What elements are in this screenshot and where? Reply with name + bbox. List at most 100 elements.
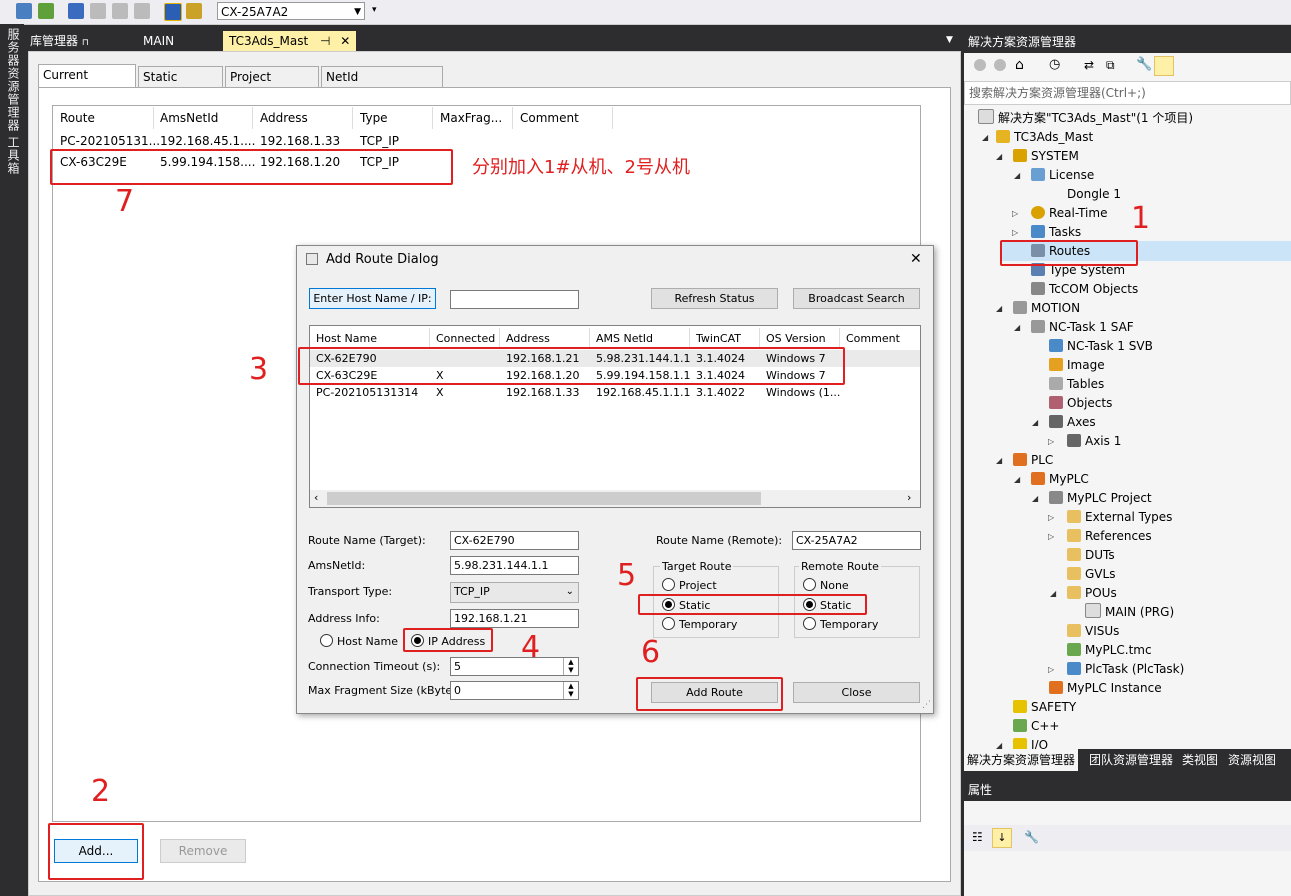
toolbox-tab[interactable]: 工具箱	[5, 136, 22, 175]
tree-node-realtime[interactable]: Real-Time	[1031, 204, 1107, 223]
sync-icon[interactable]: ⇄	[1084, 58, 1094, 72]
activate-config-icon[interactable]	[38, 3, 54, 19]
solution-tree[interactable]: 解决方案"TC3Ads_Mast"(1 个项目) ◢ TC3Ads_Mast ◢…	[964, 105, 1291, 749]
tree-node-pous[interactable]: POUs	[1067, 584, 1117, 603]
history-icon[interactable]: ◷	[1049, 57, 1060, 72]
route-name-remote-input[interactable]: CX-25A7A2	[792, 531, 921, 550]
column-header[interactable]: MaxFrag...	[440, 111, 502, 125]
tree-node-axes[interactable]: Axes	[1049, 413, 1096, 432]
tree-node-myplc[interactable]: MyPLC	[1031, 470, 1089, 489]
expander-icon[interactable]: ◢	[996, 741, 1002, 749]
target-temporary-radio[interactable]: Temporary	[662, 617, 737, 631]
target-project-radio[interactable]: Project	[662, 578, 717, 592]
tree-node-axis-1[interactable]: Axis 1	[1067, 432, 1121, 451]
tree-node-io[interactable]: I/O	[1013, 736, 1048, 749]
overflow-icon[interactable]: ▾	[372, 5, 377, 15]
spinner-icon[interactable]: ▲ ▼	[563, 682, 578, 699]
tree-node-tccom[interactable]: TcCOM Objects	[1031, 280, 1138, 299]
close-icon[interactable]: ✕	[340, 34, 350, 48]
close-dialog-button[interactable]: Close	[793, 682, 920, 703]
categorized-icon[interactable]: ☷	[972, 830, 983, 844]
tab-main[interactable]: MAIN	[137, 31, 180, 51]
column-header[interactable]: AMS NetId	[596, 332, 653, 345]
connection-timeout-input[interactable]: 5 ▲ ▼	[450, 657, 579, 676]
route-cell[interactable]: PC-202105131...	[60, 134, 160, 148]
tree-node-system[interactable]: SYSTEM	[1013, 147, 1079, 166]
add-route-button[interactable]: Add...	[54, 839, 138, 863]
back-icon[interactable]	[974, 59, 986, 71]
collapse-icon[interactable]: ⧉	[1106, 58, 1115, 73]
server-explorer-tab[interactable]: 服务器资源管理器	[5, 28, 22, 132]
expander-icon[interactable]: ▷	[1012, 228, 1018, 237]
tab-solution-explorer[interactable]: 解决方案资源管理器	[964, 749, 1079, 771]
tree-node-image[interactable]: Image	[1049, 356, 1105, 375]
column-header[interactable]: Comment	[846, 332, 900, 345]
tree-node-plc[interactable]: PLC	[1013, 451, 1053, 470]
tab-resource-view[interactable]: 资源视图	[1225, 749, 1279, 771]
remote-none-radio[interactable]: None	[803, 578, 849, 592]
transport-type-select[interactable]: TCP_IP ⌄	[450, 582, 579, 603]
expander-icon[interactable]: ◢	[996, 152, 1002, 161]
tab-netid-management[interactable]: NetId Management	[321, 66, 443, 105]
tree-node-nc-task-svb[interactable]: NC-Task 1 SVB	[1049, 337, 1153, 356]
tree-node-references[interactable]: References	[1067, 527, 1152, 546]
tree-node-myplc-project[interactable]: MyPLC Project	[1049, 489, 1152, 508]
tree-node-myplc-tmc[interactable]: MyPLC.tmc	[1067, 641, 1152, 660]
column-header[interactable]: Route	[60, 111, 95, 125]
pin-icon[interactable]: ⊣	[320, 34, 330, 48]
tree-node-objects[interactable]: Objects	[1049, 394, 1112, 413]
column-header[interactable]: Address	[260, 111, 308, 125]
column-header[interactable]: Connected	[436, 332, 495, 345]
pin-icon[interactable]	[1154, 56, 1174, 76]
column-header[interactable]: Address	[506, 332, 550, 345]
expander-icon[interactable]: ◢	[996, 456, 1002, 465]
forward-icon[interactable]	[994, 59, 1006, 71]
wrench-icon[interactable]: 🔧	[1136, 57, 1152, 72]
column-header[interactable]: Comment	[520, 111, 579, 125]
amsnetid-input[interactable]: 5.98.231.144.1.1	[450, 556, 579, 575]
broadcast-search-button[interactable]: Broadcast Search	[793, 288, 920, 309]
remove-route-button[interactable]: Remove	[160, 839, 246, 863]
host-input[interactable]	[450, 290, 579, 309]
tab-current-routes[interactable]: Current Routes	[38, 64, 136, 103]
column-header[interactable]: AmsNetId	[160, 111, 218, 125]
route-name-target-input[interactable]: CX-62E790	[450, 531, 579, 550]
tab-library-manager[interactable]: 库管理器 ⊓	[24, 31, 95, 51]
expander-icon[interactable]: ◢	[1032, 494, 1038, 503]
column-header[interactable]: OS Version	[766, 332, 826, 345]
tree-node-external-types[interactable]: External Types	[1067, 508, 1172, 527]
pin-icon[interactable]: ⊓	[82, 38, 89, 48]
expander-icon[interactable]: ◢	[1032, 418, 1038, 427]
tree-node-license[interactable]: License	[1031, 166, 1094, 185]
tree-node-gvls[interactable]: GVLs	[1067, 565, 1115, 584]
expander-icon[interactable]: ◢	[1014, 475, 1020, 484]
host-name-radio[interactable]: Host Name	[320, 634, 398, 648]
expander-icon[interactable]: ▷	[1048, 665, 1054, 674]
tree-node-project[interactable]: TC3Ads_Mast	[996, 128, 1093, 147]
refresh-status-button[interactable]: Refresh Status	[651, 288, 778, 309]
scan-icon[interactable]	[164, 3, 182, 21]
reload-icon[interactable]	[90, 3, 106, 19]
expander-icon[interactable]: ◢	[1014, 323, 1020, 332]
remote-temporary-radio[interactable]: Temporary	[803, 617, 878, 631]
address-info-input[interactable]: 192.168.1.21	[450, 609, 579, 628]
tab-static-routes[interactable]: Static Routes	[138, 66, 223, 105]
tree-node-duts[interactable]: DUTs	[1067, 546, 1115, 565]
column-header[interactable]: TwinCAT	[696, 332, 741, 345]
network-icon[interactable]	[186, 3, 202, 19]
tree-node-cpp[interactable]: C++	[1013, 717, 1060, 736]
tree-node-tables[interactable]: Tables	[1049, 375, 1104, 394]
tree-node-motion[interactable]: MOTION	[1013, 299, 1080, 318]
wand-icon[interactable]	[112, 3, 128, 19]
column-header[interactable]: Type	[360, 111, 388, 125]
tree-node-main-prg[interactable]: MAIN (PRG)	[1085, 603, 1174, 622]
expander-icon[interactable]: ▷	[1048, 513, 1054, 522]
host-name-cell[interactable]: PC-202105131314	[316, 386, 418, 399]
dialog-close-icon[interactable]: ✕	[910, 251, 922, 267]
resize-grip-icon[interactable]: ⋰	[922, 700, 931, 710]
alphabetical-icon[interactable]: ↓	[992, 828, 1012, 848]
scroll-left-icon[interactable]: ‹	[314, 491, 318, 504]
expander-icon[interactable]: ◢	[1014, 171, 1020, 180]
expander-icon[interactable]: ▷	[1048, 532, 1054, 541]
solution-search-input[interactable]: 搜索解决方案资源管理器(Ctrl+;)	[964, 81, 1291, 105]
